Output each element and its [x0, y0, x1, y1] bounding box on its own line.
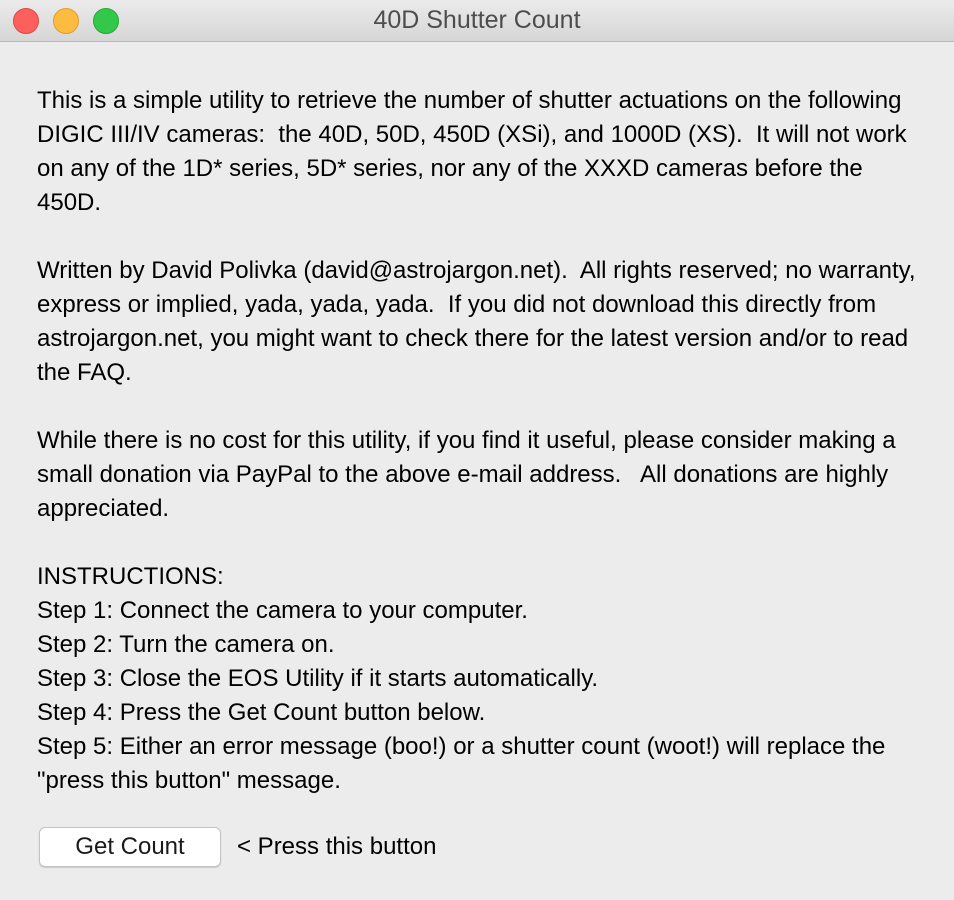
instruction-step: Step 3: Close the EOS Utility if it star… [37, 665, 599, 692]
app-window: 40D Shutter Count This is a simple utili… [0, 0, 954, 900]
instructions-block: INSTRUCTIONS: Step 1: Connect the camera… [37, 560, 927, 798]
title-bar[interactable]: 40D Shutter Count [0, 0, 954, 42]
intro-paragraph: This is a simple utility to retrieve the… [37, 87, 914, 216]
instruction-step: Step 1: Connect the camera to your compu… [37, 597, 528, 624]
status-message: < Press this button [237, 833, 437, 860]
get-count-button[interactable]: Get Count [39, 827, 221, 867]
author-paragraph: Written by David Polivka (david@astrojar… [37, 257, 923, 386]
instruction-step: Step 2: Turn the camera on. [37, 631, 335, 658]
instructions-heading: INSTRUCTIONS: [37, 563, 224, 590]
instruction-step: Step 4: Press the Get Count button below… [37, 699, 486, 726]
window-title: 40D Shutter Count [373, 6, 581, 34]
description-text: This is a simple utility to retrieve the… [37, 84, 927, 798]
donation-paragraph: While there is no cost for this utility,… [37, 427, 903, 522]
instruction-step: Step 5: Either an error message (boo!) o… [37, 733, 893, 794]
